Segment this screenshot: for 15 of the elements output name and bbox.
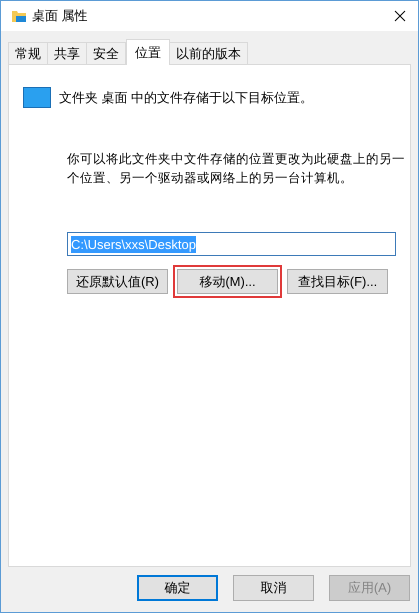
dialog-button[interactable]: 确定 xyxy=(137,575,218,601)
window-title: 桌面 属性 xyxy=(32,7,88,26)
folder-icon xyxy=(11,9,27,23)
tab[interactable]: 以前的版本 xyxy=(169,42,248,64)
tab[interactable]: 位置 xyxy=(126,39,170,65)
dialog-button[interactable]: 取消 xyxy=(233,575,314,601)
action-button[interactable]: 查找目标(F)... xyxy=(287,269,388,294)
location-heading: 文件夹 桌面 中的文件存储于以下目标位置。 xyxy=(59,88,314,107)
desktop-icon xyxy=(23,87,51,108)
action-button[interactable]: 移动(M)... xyxy=(177,269,278,294)
action-button[interactable]: 还原默认值(R) xyxy=(67,269,168,294)
tab[interactable]: 常规 xyxy=(8,42,48,64)
close-icon[interactable] xyxy=(394,10,406,22)
description-text: 你可以将此文件夹中文件存储的位置更改为此硬盘上的另一个位置、另一个驱动器或网络上的另一台计算机。 xyxy=(67,151,406,187)
tab[interactable]: 安全 xyxy=(86,42,126,64)
